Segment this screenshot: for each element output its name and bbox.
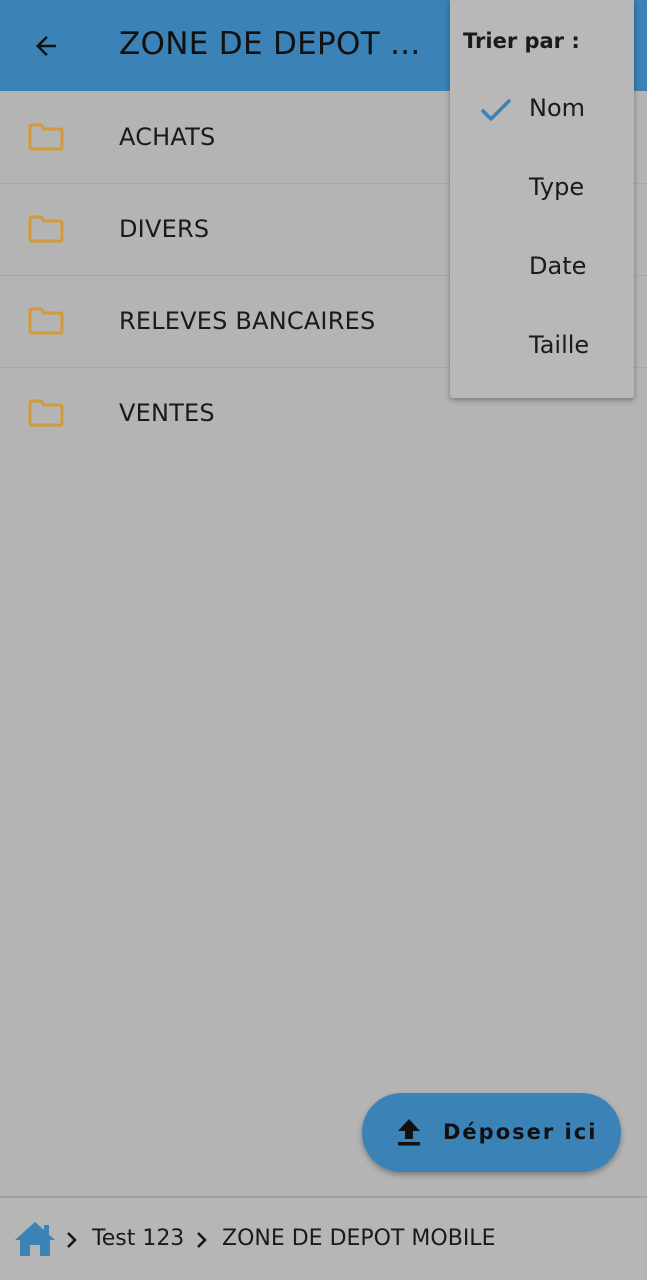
breadcrumb-item[interactable]: Test 123 <box>92 1226 184 1251</box>
sort-menu: Trier par : Nom Type Date Taille <box>450 0 634 398</box>
sort-option-label: Nom <box>529 94 586 122</box>
breadcrumb-item-current: ZONE DE DEPOT MOBILE <box>222 1226 496 1251</box>
back-button[interactable] <box>22 22 70 70</box>
upload-icon <box>398 1119 420 1146</box>
folder-icon <box>28 307 64 335</box>
sort-option-label: Taille <box>529 331 590 359</box>
screen: ZONE DE DEPOT ... ACHATS DIVERS RELEVES … <box>0 0 647 1280</box>
folder-label: RELEVES BANCAIRES <box>119 307 376 335</box>
sort-option-nom[interactable]: Nom <box>450 75 634 145</box>
sort-option-date[interactable]: Date <box>450 233 634 303</box>
sort-menu-title: Trier par : <box>463 29 580 53</box>
sort-option-label: Date <box>529 252 587 280</box>
chevron-right-icon <box>67 1232 77 1248</box>
sort-option-type[interactable]: Type <box>450 154 634 224</box>
check-icon <box>481 99 511 121</box>
sort-option-taille[interactable]: Taille <box>450 312 634 382</box>
folder-label: ACHATS <box>119 123 216 151</box>
breadcrumb: Test 123 ZONE DE DEPOT MOBILE <box>0 1196 647 1280</box>
folder-icon <box>28 123 64 151</box>
upload-button-label: Déposer ici <box>443 1120 598 1144</box>
home-icon[interactable] <box>13 1220 57 1258</box>
upload-button[interactable]: Déposer ici <box>362 1093 621 1172</box>
sort-option-label: Type <box>529 173 585 201</box>
folder-label: DIVERS <box>119 215 210 243</box>
folder-icon <box>28 215 64 243</box>
arrow-left-icon <box>36 36 56 56</box>
chevron-right-icon <box>197 1232 207 1248</box>
folder-label: VENTES <box>119 399 215 427</box>
page-title: ZONE DE DEPOT ... <box>119 26 421 62</box>
folder-icon <box>28 399 64 427</box>
